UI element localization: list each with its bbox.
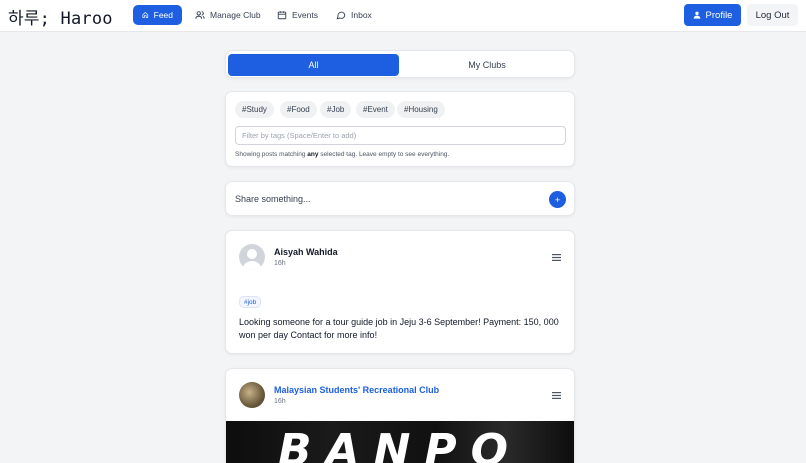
tag-chip-event[interactable]: #Event xyxy=(356,101,395,118)
top-navbar: 하루; Haroo Feed Manage Club Events Inbox … xyxy=(0,0,806,32)
filter-hint-bold: any xyxy=(307,151,319,158)
feed-post: Malaysian Students' Recreational Club 16… xyxy=(225,368,575,463)
filter-hint-suffix: selected tag. Leave empty to see everyth… xyxy=(318,151,450,158)
feed-tabs: All My Clubs xyxy=(225,50,575,78)
filter-hint-prefix: Showing posts matching xyxy=(235,151,308,158)
nav-manage-club[interactable]: Manage Club xyxy=(186,5,270,25)
post-author[interactable]: Aisyah Wahida xyxy=(274,247,338,257)
profile-button[interactable]: Profile xyxy=(684,4,741,26)
user-icon xyxy=(693,11,700,19)
composer-input[interactable]: Share something... xyxy=(235,194,311,204)
nav-manage-club-label: Manage Club xyxy=(210,10,261,20)
nav-feed[interactable]: Feed xyxy=(133,5,182,25)
home-icon xyxy=(142,12,149,18)
post-menu-icon[interactable] xyxy=(552,392,561,399)
add-post-button[interactable]: + xyxy=(549,191,566,208)
post-body: Looking someone for a tour guide job in … xyxy=(239,317,559,340)
post-time: 16h xyxy=(274,398,286,405)
club-avatar[interactable] xyxy=(239,382,265,408)
post-image[interactable]: BANPO xyxy=(226,421,574,463)
tag-chip-food[interactable]: #Food xyxy=(280,101,317,118)
default-avatar-icon xyxy=(242,249,262,270)
post-composer[interactable]: Share something... + xyxy=(225,181,575,216)
profile-button-label: Profile xyxy=(705,9,733,21)
calendar-icon xyxy=(277,11,287,20)
post-image-text: BANPO xyxy=(278,425,523,463)
logout-button[interactable]: Log Out xyxy=(747,4,798,26)
nav-feed-label: Feed xyxy=(153,10,173,20)
brand-logo[interactable]: 하루; Haroo xyxy=(8,4,113,29)
users-icon xyxy=(195,11,205,19)
tag-filter-card: #Study #Food #Job #Event #Housing Filter… xyxy=(225,91,575,167)
feed-post: Aisyah Wahida 16h #job Looking someone f… xyxy=(225,230,575,354)
post-time: 16h xyxy=(274,260,286,267)
nav-inbox[interactable]: Inbox xyxy=(327,5,381,25)
post-tag[interactable]: #job xyxy=(239,296,262,308)
nav-inbox-label: Inbox xyxy=(351,10,372,20)
chat-icon xyxy=(336,11,346,20)
tag-chip-housing[interactable]: #Housing xyxy=(397,101,445,118)
filter-hint: Showing posts matching any selected tag.… xyxy=(235,151,449,158)
tab-all[interactable]: All xyxy=(228,54,399,76)
tag-filter-input[interactable]: Filter by tags (Space/Enter to add) xyxy=(235,126,566,145)
tag-chip-job[interactable]: #Job xyxy=(320,101,352,118)
post-menu-icon[interactable] xyxy=(552,254,561,261)
post-author[interactable]: Malaysian Students' Recreational Club xyxy=(274,385,439,395)
nav-events[interactable]: Events xyxy=(268,5,327,25)
tag-chip-study[interactable]: #Study xyxy=(235,101,274,118)
nav-events-label: Events xyxy=(292,10,318,20)
avatar[interactable] xyxy=(239,244,265,270)
tab-my-clubs[interactable]: My Clubs xyxy=(401,54,573,76)
